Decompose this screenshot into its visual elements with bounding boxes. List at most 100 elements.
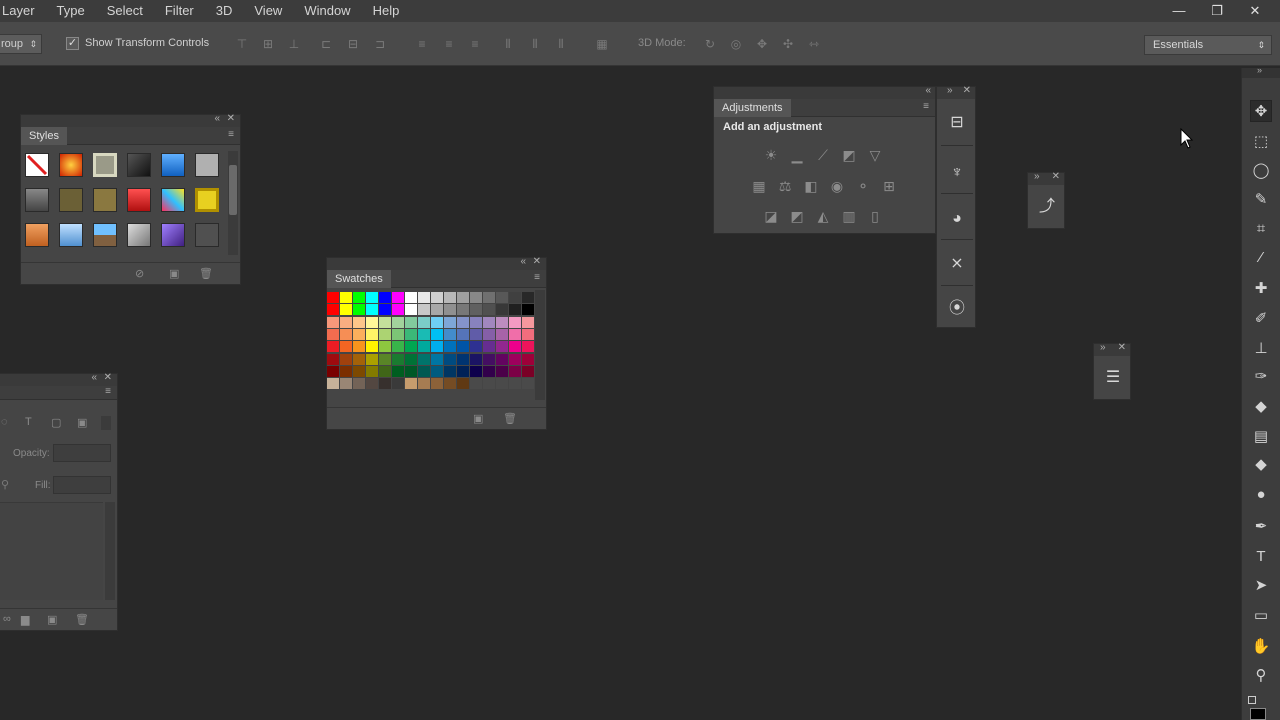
vibrance-icon[interactable]: ▽: [866, 147, 884, 163]
color-swatch[interactable]: [366, 353, 378, 365]
filter-pixel-icon[interactable]: ◌: [1, 416, 8, 428]
color-swatch[interactable]: [353, 292, 365, 303]
color-swatch[interactable]: [340, 292, 352, 303]
curves-icon[interactable]: ⟋: [814, 147, 832, 163]
filter-type-icon[interactable]: T: [25, 416, 32, 428]
color-swatch[interactable]: [392, 365, 404, 377]
color-swatch[interactable]: [496, 292, 508, 303]
style-item[interactable]: [93, 153, 117, 177]
new-layer-icon[interactable]: ▣: [47, 613, 57, 626]
color-swatch[interactable]: [405, 378, 417, 390]
marquee-tool-icon[interactable]: ⬚: [1250, 131, 1272, 153]
link-icon[interactable]: ∞: [3, 613, 11, 625]
channels-icon[interactable]: ⦿: [945, 297, 969, 321]
distribute-bottom-icon[interactable]: ≡: [467, 36, 483, 52]
gradient-map-icon[interactable]: ▥: [840, 208, 858, 224]
photo-filter-icon[interactable]: ◉: [828, 178, 846, 194]
color-swatch[interactable]: [366, 304, 378, 316]
close-icon[interactable]: ✕: [533, 256, 541, 267]
folder-icon[interactable]: ▆: [21, 613, 29, 626]
style-item[interactable]: [195, 188, 219, 212]
color-swatch[interactable]: [509, 353, 521, 365]
style-item[interactable]: [127, 188, 151, 212]
trash-icon[interactable]: 🗑: [503, 412, 517, 425]
layers-scrollbar[interactable]: [105, 502, 115, 600]
close-icon[interactable]: ✕: [1118, 342, 1126, 353]
3d-rotate-icon[interactable]: ↻: [702, 36, 718, 52]
brush-panel-icon[interactable]: ◕: [945, 207, 969, 231]
collapse-icon[interactable]: «: [925, 85, 931, 96]
auto-select-dropdown[interactable]: roup ⇕: [0, 34, 42, 54]
color-swatch[interactable]: [340, 341, 352, 353]
style-item[interactable]: [127, 223, 151, 247]
panel-drag-bar[interactable]: » ✕: [1028, 171, 1064, 185]
color-swatch[interactable]: [353, 328, 365, 340]
color-swatch[interactable]: [496, 316, 508, 328]
panel-menu-icon[interactable]: ≡: [105, 386, 111, 397]
lock-icon[interactable]: ⚲: [1, 478, 9, 491]
color-swatch[interactable]: [392, 304, 404, 316]
expand-icon[interactable]: »: [1257, 65, 1262, 75]
color-swatch[interactable]: [470, 292, 482, 303]
color-swatch[interactable]: [509, 328, 521, 340]
color-swatch[interactable]: [340, 365, 352, 377]
color-swatch[interactable]: [444, 304, 456, 316]
style-item[interactable]: [195, 223, 219, 247]
style-item[interactable]: [93, 223, 117, 247]
color-swatch[interactable]: [418, 378, 430, 390]
color-swatch[interactable]: [327, 328, 339, 340]
color-swatch[interactable]: [418, 365, 430, 377]
color-swatch[interactable]: [405, 328, 417, 340]
panel-drag-bar[interactable]: « ✕: [327, 256, 546, 270]
color-swatch[interactable]: [392, 292, 404, 303]
color-swatch[interactable]: [444, 292, 456, 303]
history-icon[interactable]: ⤴: [1035, 195, 1059, 219]
properties-icon[interactable]: ☰: [1101, 366, 1125, 390]
style-item[interactable]: [161, 153, 185, 177]
style-item[interactable]: [25, 223, 49, 247]
exposure-icon[interactable]: ◩: [840, 147, 858, 163]
color-swatch[interactable]: [353, 353, 365, 365]
filter-shape-icon[interactable]: ▢: [51, 416, 61, 429]
menu-type[interactable]: Type: [46, 0, 96, 22]
color-swatch[interactable]: [431, 292, 443, 303]
color-swatch[interactable]: [496, 341, 508, 353]
color-swatch[interactable]: [444, 341, 456, 353]
color-swatch[interactable]: [522, 365, 534, 377]
color-swatch[interactable]: [366, 316, 378, 328]
color-swatch[interactable]: [379, 365, 391, 377]
crop-tool-icon[interactable]: ⌗: [1250, 218, 1272, 240]
color-swatch[interactable]: [379, 292, 391, 303]
color-swatch[interactable]: [405, 292, 417, 303]
color-swatch[interactable]: [431, 353, 443, 365]
color-swatch[interactable]: [340, 378, 352, 390]
collapse-icon[interactable]: «: [520, 256, 526, 267]
color-swatch[interactable]: [418, 353, 430, 365]
color-swatch[interactable]: [444, 328, 456, 340]
invert-icon[interactable]: ◪: [762, 208, 780, 224]
fill-field[interactable]: [53, 476, 111, 494]
color-swatch[interactable]: [496, 378, 508, 390]
color-swatch[interactable]: [366, 378, 378, 390]
expand-icon[interactable]: »: [1034, 171, 1040, 182]
color-swatch[interactable]: [418, 292, 430, 303]
style-item[interactable]: [161, 223, 185, 247]
scroll-thumb[interactable]: [229, 165, 237, 215]
color-swatch[interactable]: [392, 316, 404, 328]
panel-drag-bar[interactable]: « ✕: [21, 113, 240, 127]
selective-color-icon[interactable]: ▯: [866, 208, 884, 224]
color-swatch[interactable]: [444, 353, 456, 365]
color-swatch[interactable]: [509, 304, 521, 316]
menu-layer[interactable]: Layer: [0, 0, 46, 22]
brush-tool-icon[interactable]: ✐: [1250, 308, 1272, 330]
color-swatch[interactable]: [483, 365, 495, 377]
color-swatch[interactable]: [392, 341, 404, 353]
align-top-icon[interactable]: ⊤: [234, 36, 250, 52]
style-item[interactable]: [195, 153, 219, 177]
menu-view[interactable]: View: [243, 0, 293, 22]
menu-filter[interactable]: Filter: [154, 0, 205, 22]
color-swatch[interactable]: [522, 316, 534, 328]
black-white-icon[interactable]: ◧: [802, 178, 820, 194]
new-swatch-icon[interactable]: ▣: [473, 412, 483, 425]
style-none[interactable]: [25, 153, 49, 177]
